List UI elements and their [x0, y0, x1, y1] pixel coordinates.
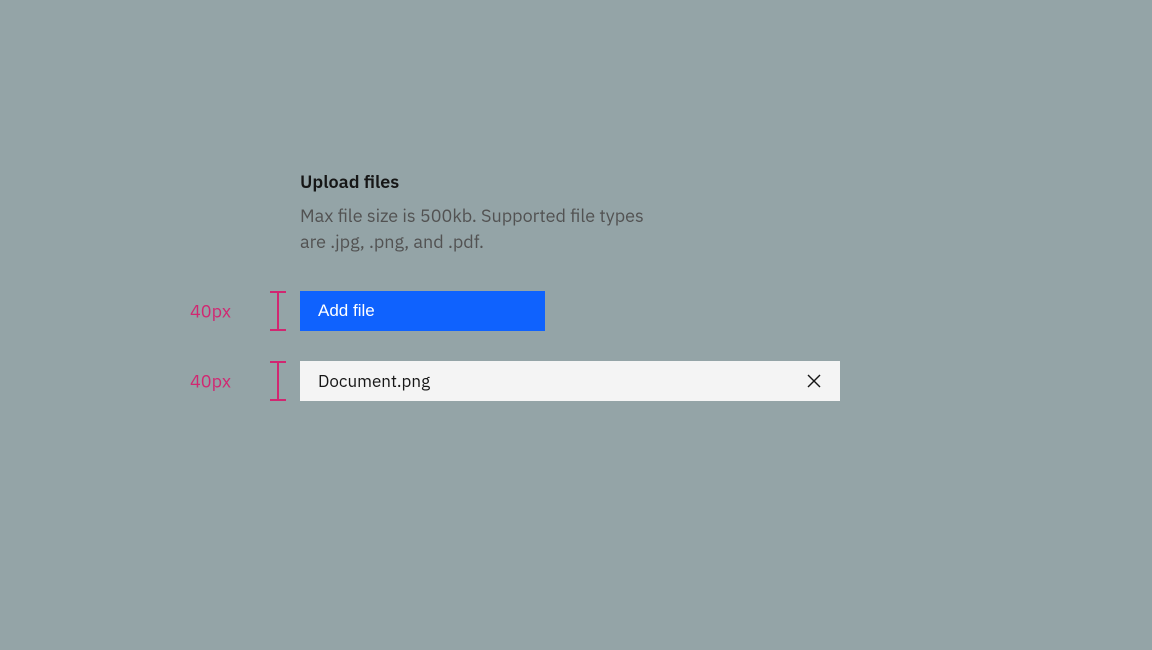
file-name: Document.png [318, 370, 430, 392]
height-annotation-file-item: 40px [190, 370, 231, 393]
upload-title: Upload files [300, 170, 860, 193]
dimension-bracket-icon [268, 361, 288, 401]
add-file-button[interactable]: Add file [300, 291, 545, 331]
close-icon [807, 374, 821, 388]
uploaded-file-item: Document.png [300, 361, 840, 401]
dimension-bracket-icon [268, 291, 288, 331]
height-annotation-button: 40px [190, 300, 231, 323]
upload-description: Max file size is 500kb. Supported file t… [300, 203, 660, 255]
remove-file-button[interactable] [802, 369, 826, 393]
